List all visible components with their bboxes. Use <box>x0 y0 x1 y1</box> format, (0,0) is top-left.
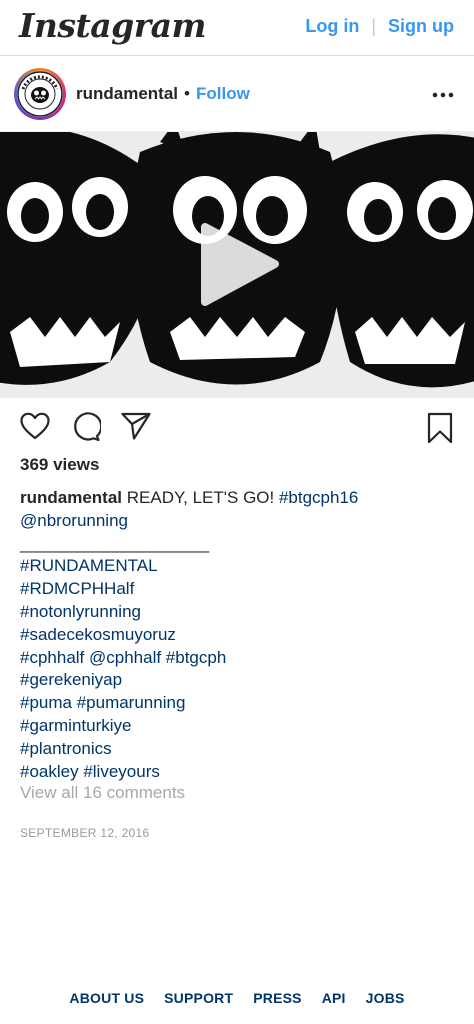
footer-link-jobs[interactable]: JOBS <box>366 990 405 1006</box>
top-bar: Instagram Log in | Sign up <box>0 0 474 56</box>
caption-username[interactable]: rundamental <box>20 488 122 507</box>
hashtag-link[interactable]: #sadecekosmuyoruz <box>20 624 460 647</box>
footer-link-api[interactable]: API <box>322 990 346 1006</box>
caption-text: READY, LET'S GO! <box>122 488 279 507</box>
view-all-comments-link[interactable]: View all 16 comments <box>20 783 185 803</box>
views-count: 369 views <box>20 455 100 474</box>
instagram-logo[interactable]: Instagram <box>19 6 206 45</box>
username-row: rundamental • Follow <box>76 84 250 104</box>
hashtag-link[interactable]: #garminturkiye <box>20 715 460 738</box>
caption-divider: ____________________ <box>20 533 210 553</box>
footer-link-support[interactable]: SUPPORT <box>164 990 233 1006</box>
follow-button[interactable]: Follow <box>196 84 250 104</box>
hashtag-link[interactable]: #notonlyrunning <box>20 601 460 624</box>
hashtag-link[interactable]: #btgcph16 <box>279 488 358 507</box>
bookmark-icon[interactable] <box>427 412 453 449</box>
more-options-icon[interactable] <box>432 86 454 98</box>
hashtag-link[interactable]: #RDMCPHHalf <box>20 578 460 601</box>
signup-link[interactable]: Sign up <box>388 16 454 37</box>
auth-separator: | <box>371 16 376 36</box>
hashtag-link[interactable]: #cphhalf @cphhalf #btgcph <box>20 647 460 670</box>
post-actions <box>0 408 474 448</box>
avatar-image <box>17 71 63 117</box>
post-video[interactable] <box>0 132 474 398</box>
separator-dot: • <box>184 84 190 103</box>
footer-link-about[interactable]: ABOUT US <box>69 990 144 1006</box>
heart-icon[interactable] <box>20 412 50 445</box>
login-link[interactable]: Log in <box>305 16 359 37</box>
post-caption: rundamental READY, LET'S GO! #btgcph16 @… <box>20 487 460 783</box>
hashtag-link[interactable]: #RUNDAMENTAL <box>20 555 460 578</box>
avatar[interactable] <box>14 68 66 120</box>
post-username[interactable]: rundamental <box>76 84 178 104</box>
post-header: rundamental • Follow <box>0 56 474 132</box>
mention-link[interactable]: @nbrorunning <box>20 510 460 533</box>
comment-icon[interactable] <box>71 412 103 447</box>
footer-link-press[interactable]: PRESS <box>253 990 301 1006</box>
hashtag-link[interactable]: #puma #pumarunning <box>20 692 460 715</box>
hashtag-link[interactable]: #oakley #liveyours <box>20 761 460 784</box>
post-date[interactable]: SEPTEMBER 12, 2016 <box>20 826 149 840</box>
hashtag-link[interactable]: #plantronics <box>20 738 460 761</box>
caption-first-line: rundamental READY, LET'S GO! #btgcph16 <box>20 487 460 510</box>
footer-nav: ABOUT US SUPPORT PRESS API JOBS <box>0 990 474 1006</box>
hashtag-link[interactable]: #gerekeniyap <box>20 669 460 692</box>
auth-links: Log in | Sign up <box>305 16 454 37</box>
paper-plane-icon[interactable] <box>121 412 151 445</box>
